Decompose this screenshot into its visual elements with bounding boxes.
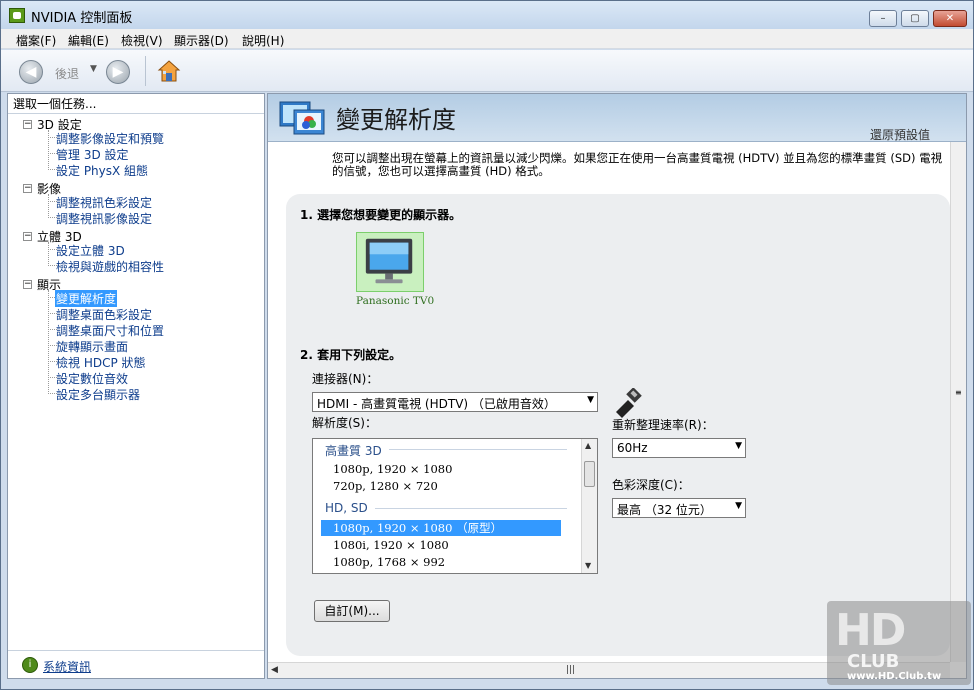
toolbar: ◀ 後退 ▼ ▶ [1, 50, 973, 92]
tree-item-hdcp-status[interactable]: 檢視 HDCP 狀態 [56, 354, 146, 371]
system-info-icon[interactable]: i [22, 657, 38, 673]
chevron-down-icon: ▼ [735, 501, 742, 511]
watermark-hd: HD [835, 605, 906, 656]
window: NVIDIA 控制面板 – ▢ ✕ 檔案(F) 編輯(E) 檢視(V) 顯示器(… [0, 0, 974, 690]
description-line: 的信號，您也可以選擇高畫質 (HD) 格式。 [332, 164, 550, 178]
resolution-group-header: 高畫質 3D [325, 444, 382, 458]
content-vertical-scrollbar[interactable]: ≡ [950, 142, 966, 662]
content-panel: 變更解析度 還原預設值 您可以調整出現在螢幕上的資訊量以減少閃爍。如果您正在使用… [267, 93, 967, 679]
back-label[interactable]: 後退 [55, 65, 79, 82]
resolution-option[interactable]: 1080p, 1920 × 1080 [321, 461, 561, 477]
menu-file[interactable]: 檔案(F) [16, 32, 56, 49]
watermark-club: CLUB [847, 651, 900, 672]
collapse-toggle-icon[interactable]: − [23, 280, 32, 289]
tree-item-video-image[interactable]: 調整視訊影像設定 [56, 210, 152, 227]
custom-resolution-button[interactable]: 自訂(M)... [314, 600, 390, 622]
home-icon[interactable] [157, 59, 181, 83]
nvidia-app-icon [9, 8, 25, 23]
step-1-heading: 1. 選擇您想要變更的顯示器。 [300, 208, 462, 222]
close-button[interactable]: ✕ [933, 10, 967, 27]
window-title: NVIDIA 控制面板 [31, 11, 133, 26]
display-name-label: Panasonic TV0 [356, 295, 435, 307]
connector-value: HDMI - 高畫質電視 (HDTV) （已啟用音效） [317, 397, 556, 411]
hdmi-connector-icon [616, 388, 642, 418]
menu-edit[interactable]: 編輯(E) [68, 32, 109, 49]
color-depth-value: 最高 （32 位元） [617, 503, 712, 517]
tree-item-stereo-setup[interactable]: 設定立體 3D [56, 242, 125, 259]
tree-item-manage-3d[interactable]: 管理 3D 設定 [56, 146, 129, 163]
page-banner: 變更解析度 還原預設值 [268, 94, 966, 142]
step-2-heading: 2. 套用下列設定。 [300, 348, 402, 362]
chevron-down-icon: ▼ [735, 441, 742, 451]
scroll-thumb[interactable] [584, 461, 595, 487]
watermark-logo: HD CLUB www.HD.Club.tw [827, 601, 971, 685]
menu-view[interactable]: 檢視(V) [121, 32, 163, 49]
connector-label: 連接器(N)： [312, 372, 379, 386]
tree-item-rotate-display[interactable]: 旋轉顯示畫面 [56, 338, 128, 355]
tree-item-digital-audio[interactable]: 設定數位音效 [56, 370, 128, 387]
monitor-icon [365, 238, 413, 284]
scroll-grip-icon[interactable]: ≡ [955, 388, 963, 397]
tree-item-image-preview[interactable]: 調整影像設定和預覽 [56, 130, 164, 147]
toolbar-separator [145, 56, 146, 86]
resolution-group-header: HD, SD [325, 501, 368, 515]
restore-defaults-link[interactable]: 還原預設值 [870, 126, 930, 143]
watermark-url: www.HD.Club.tw [847, 671, 942, 682]
chevron-down-icon: ▼ [587, 395, 594, 405]
resolution-list-scrollbar[interactable]: ▲ ▼ [581, 439, 597, 573]
refresh-rate-value: 60Hz [617, 441, 648, 455]
tree-item-desktop-size[interactable]: 調整桌面尺寸和位置 [56, 322, 164, 339]
resolution-option[interactable]: 1080p, 1768 × 992 [321, 554, 561, 570]
connector-select[interactable]: HDMI - 高畫質電視 (HDTV) （已啟用音效） ▼ [312, 392, 598, 412]
scroll-left-icon[interactable]: ◀ [271, 665, 278, 675]
resolution-option[interactable]: 1080i, 1920 × 1080 [321, 537, 561, 553]
display-selector-panasonic[interactable] [356, 232, 424, 292]
task-panel: 選取一個任務... − 3D 設定 調整影像設定和預覽 管理 3D 設定 設定 … [7, 93, 265, 679]
title-bar[interactable]: NVIDIA 控制面板 – ▢ ✕ [1, 1, 973, 29]
system-info-link[interactable]: 系統資訊 [43, 658, 91, 675]
resolution-label: 解析度(S)： [312, 416, 377, 430]
tree-item-video-color[interactable]: 調整視訊色彩設定 [56, 194, 152, 211]
history-dropdown-icon[interactable]: ▼ [90, 64, 97, 74]
tree-item-change-resolution[interactable]: 變更解析度 [55, 290, 118, 307]
collapse-toggle-icon[interactable]: − [23, 232, 32, 241]
task-panel-header: 選取一個任務... [8, 94, 264, 114]
tree-item-multi-display[interactable]: 設定多台顯示器 [56, 386, 140, 403]
refresh-rate-label: 重新整理速率(R)： [612, 418, 714, 432]
color-depth-select[interactable]: 最高 （32 位元） ▼ [612, 498, 746, 518]
task-panel-footer: i 系統資訊 [8, 650, 264, 678]
display-settings-icon [279, 101, 325, 135]
minimize-button[interactable]: – [869, 10, 897, 27]
refresh-rate-select[interactable]: 60Hz ▼ [612, 438, 746, 458]
scroll-up-icon[interactable]: ▲ [585, 441, 591, 450]
tree-item-game-compat[interactable]: 檢視與遊戲的相容性 [56, 258, 164, 275]
maximize-button[interactable]: ▢ [901, 10, 929, 27]
color-depth-label: 色彩深度(C)： [612, 478, 690, 492]
menu-bar: 檔案(F) 編輯(E) 檢視(V) 顯示器(D) 說明(H) [1, 29, 973, 49]
page-title: 變更解析度 [336, 106, 456, 134]
forward-arrow-icon[interactable]: ▶ [106, 60, 130, 84]
menu-display[interactable]: 顯示器(D) [174, 32, 229, 49]
tree-item-physx[interactable]: 設定 PhysX 組態 [56, 162, 148, 179]
page-description: 您可以調整出現在螢幕上的資訊量以減少閃爍。如果您正在使用一台高畫質電視 (HDT… [332, 152, 966, 178]
collapse-toggle-icon[interactable]: − [23, 184, 32, 193]
scroll-grip-icon[interactable]: ||| [566, 665, 575, 675]
resolution-option-selected[interactable]: 1080p, 1920 × 1080 （原型） [321, 520, 561, 536]
resolution-option[interactable]: 720p, 1280 × 720 [321, 478, 561, 494]
tree-item-desktop-color[interactable]: 調整桌面色彩設定 [56, 306, 152, 323]
back-arrow-icon[interactable]: ◀ [19, 60, 43, 84]
settings-area: 1. 選擇您想要變更的顯示器。 Panasonic TV0 2. 套用下列設定。… [286, 194, 950, 656]
resolution-list[interactable]: 高畫質 3D 1080p, 1920 × 1080 720p, 1280 × 7… [312, 438, 598, 574]
menu-help[interactable]: 說明(H) [242, 32, 284, 49]
collapse-toggle-icon[interactable]: − [23, 120, 32, 129]
scroll-down-icon[interactable]: ▼ [585, 561, 591, 570]
